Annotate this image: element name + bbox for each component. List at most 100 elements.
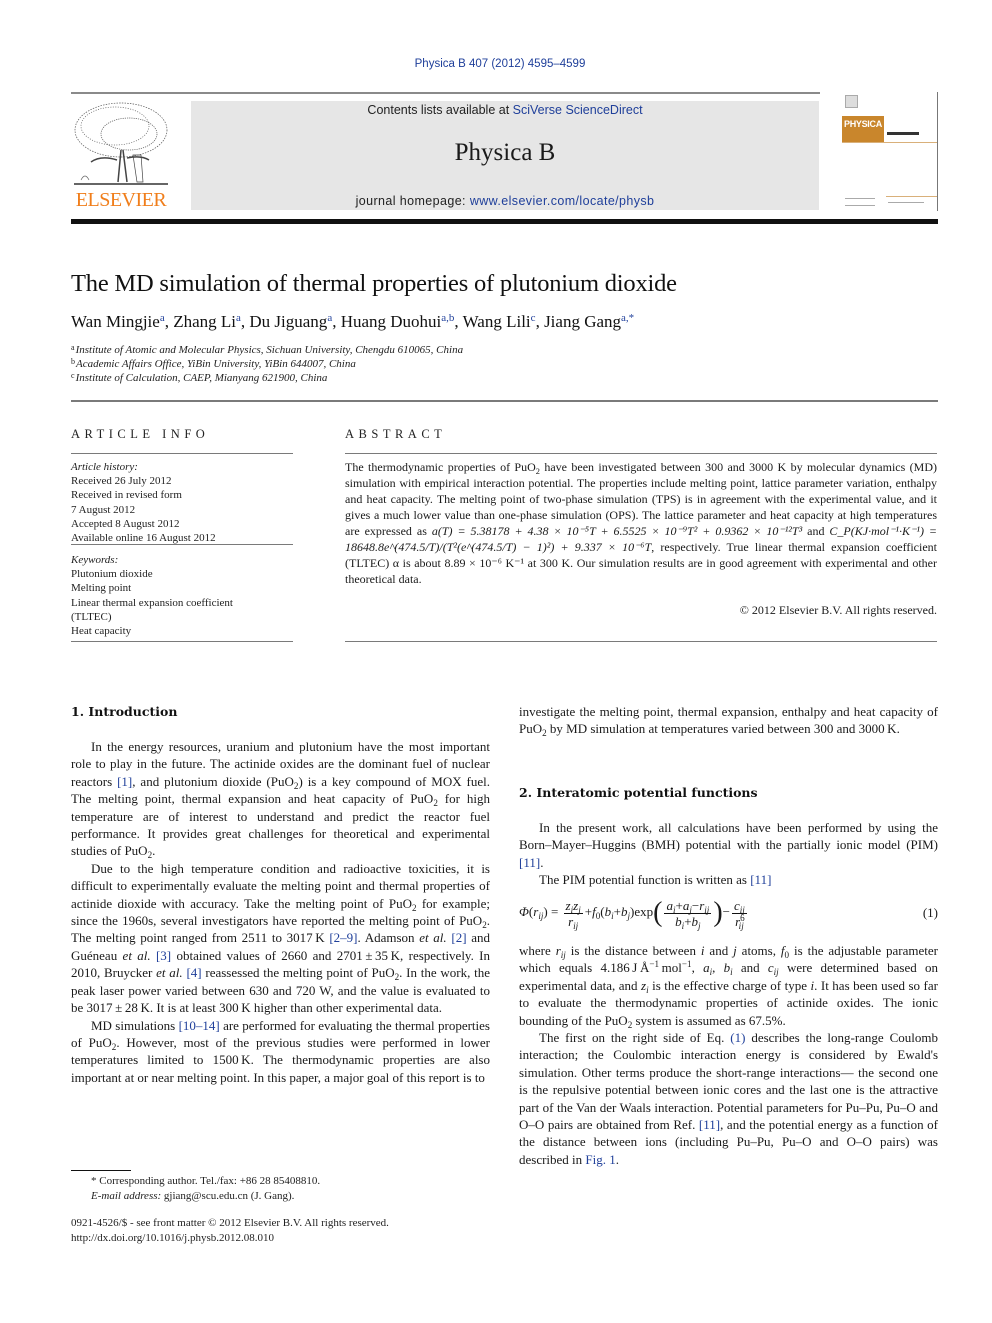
author-name: Jiang Gang xyxy=(544,312,622,331)
abstract-copyright: © 2012 Elsevier B.V. All rights reserved… xyxy=(739,603,937,617)
sciencedirect-link[interactable]: SciVerse ScienceDirect xyxy=(513,103,643,117)
keyword: Linear thermal expansion coefficient xyxy=(71,596,233,609)
journal-citation[interactable]: Physica B 407 (2012) 4595–4599 xyxy=(0,58,992,70)
keyword: Heat capacity xyxy=(71,625,132,638)
abstract-heading: ABSTRACT xyxy=(345,427,447,441)
reference-link[interactable]: [2] xyxy=(451,930,466,945)
introduction-body: In the energy resources, uranium and plu… xyxy=(71,738,490,1086)
author-name: Zhang Li xyxy=(173,312,236,331)
author-list: Wan Mingjiea, Zhang Lia, Du Jiguanga, Hu… xyxy=(71,312,635,331)
cover-line xyxy=(842,142,937,143)
paragraph: MD simulations [10–14] are performed for… xyxy=(71,1017,491,1085)
equation-body: Φ(rij) = zizj rij +f0(bi+bj)exp(ai+aj−rij b… xyxy=(519,897,747,931)
journal-masthead: Contents lists available at SciVerse Sci… xyxy=(191,101,819,210)
corresponding-author: * Corresponding author. Tel./fax: +86 28… xyxy=(91,1175,321,1187)
affiliation: bAcademic Affairs Office, YiBin Universi… xyxy=(71,357,356,371)
figure-link[interactable]: Fig. 1 xyxy=(585,1152,615,1167)
paragraph: The PIM potential function is written as… xyxy=(539,872,772,888)
keyword: (TLTEC) xyxy=(71,610,112,623)
author-name: Du Jiguang xyxy=(249,312,328,331)
contents-line: Contents lists available at SciVerse Sci… xyxy=(191,103,819,117)
article-history: Article history: Received 26 July 2012 R… xyxy=(71,460,296,545)
email-address[interactable]: gjiang@scu.edu.cn (J. Gang). xyxy=(161,1190,295,1202)
paragraph: In the present work, all calculations ha… xyxy=(519,820,938,870)
doi-link[interactable]: http://dx.doi.org/10.1016/j.physb.2012.0… xyxy=(71,1231,389,1246)
author-affiliation-link[interactable]: a,b xyxy=(441,312,454,324)
journal-cover-thumbnail[interactable]: PHYSICA xyxy=(842,92,938,211)
info-rule xyxy=(71,544,293,545)
cover-footer-text xyxy=(888,202,924,203)
reference-link[interactable]: [10–14] xyxy=(179,1018,220,1033)
introduction-body-continued: investigate the melting point, thermal e… xyxy=(519,703,938,738)
reference-link[interactable]: [4] xyxy=(186,965,201,980)
elsevier-logo[interactable]: ELSEVIER xyxy=(71,100,171,212)
abstract-body: The thermodynamic properties of PuO2 hav… xyxy=(345,460,938,586)
equation-link[interactable]: (1) xyxy=(730,1030,745,1045)
info-rule xyxy=(71,641,293,642)
section-rule xyxy=(71,400,938,402)
contents-prefix: Contents lists available at xyxy=(367,103,513,117)
paragraph: where rij is the distance between i and … xyxy=(519,943,938,1030)
history-item: 7 August 2012 xyxy=(71,503,136,516)
affiliation-text: Institute of Calculation, CAEP, Mianyang… xyxy=(75,372,328,384)
cover-subtitle xyxy=(887,132,919,135)
issn-line: 0921-4526/$ - see front matter © 2012 El… xyxy=(71,1217,389,1229)
header-rule xyxy=(71,92,820,94)
article-title: The MD simulation of thermal properties … xyxy=(71,270,677,297)
footnote: * Corresponding author. Tel./fax: +86 28… xyxy=(71,1174,320,1204)
lattice-equation: a(T) = 5.38178 + 4.38 × 10⁻⁵T + 6.5525 ×… xyxy=(431,524,803,538)
history-item: Received 26 July 2012 xyxy=(71,475,172,488)
cover-logo-icon xyxy=(845,95,858,108)
history-item: Received in revised form xyxy=(71,489,182,502)
potential-body: In the present work, all calculations ha… xyxy=(519,819,938,889)
reference-link[interactable]: [11] xyxy=(519,855,540,870)
paragraph: investigate the melting point, thermal e… xyxy=(519,704,938,739)
homepage-line: journal homepage: www.elsevier.com/locat… xyxy=(191,194,819,208)
reference-link[interactable]: [2–9] xyxy=(329,930,357,945)
affiliation: cInstitute of Calculation, CAEP, Mianyan… xyxy=(71,372,328,385)
affiliation-key: b xyxy=(71,357,75,366)
paragraph: The first on the right side of Eq. (1) d… xyxy=(519,1030,938,1167)
keyword: Plutonium dioxide xyxy=(71,568,153,581)
footnote-rule xyxy=(71,1170,131,1171)
author-affiliation-link[interactable]: c xyxy=(531,312,536,324)
potential-body-continued: where rij is the distance between i and … xyxy=(519,942,938,1168)
author-name: Wan Mingjie xyxy=(71,312,160,331)
cover-line xyxy=(886,196,937,197)
cover-footer-logo xyxy=(845,198,875,206)
author-affiliation-link[interactable]: a,* xyxy=(621,312,634,324)
keywords-label: Keywords: xyxy=(71,554,119,566)
article-info-heading: ARTICLE INFO xyxy=(71,427,210,441)
reference-link[interactable]: [11] xyxy=(750,872,771,887)
abstract-rule xyxy=(345,641,937,642)
email-line: E-mail address: gjiang@scu.edu.cn (J. Ga… xyxy=(71,1189,320,1204)
section-heading-introduction: 1. Introduction xyxy=(71,704,178,719)
history-label: Article history: xyxy=(71,461,138,473)
journal-homepage-link[interactable]: www.elsevier.com/locate/physb xyxy=(470,194,655,208)
affiliation-text: Academic Affairs Office, YiBin Universit… xyxy=(76,358,356,370)
journal-name: Physica B xyxy=(454,139,556,166)
paragraph: Due to the high temperature condition an… xyxy=(71,860,491,1016)
reference-link[interactable]: [1] xyxy=(117,774,132,789)
equation-number: (1) xyxy=(922,905,938,920)
author-affiliation-link[interactable]: a xyxy=(327,312,332,324)
affiliation: aInstitute of Atomic and Molecular Physi… xyxy=(71,343,464,357)
cover-title: PHYSICA xyxy=(844,119,882,129)
author-affiliation-link[interactable]: a xyxy=(236,312,241,324)
info-rule xyxy=(71,453,293,454)
abstract-rule xyxy=(345,453,937,454)
equation-1: Φ(rij) = zizj rij +f0(bi+bj)exp(ai+aj−rij b… xyxy=(519,893,938,935)
reference-link[interactable]: [3] xyxy=(156,948,171,963)
homepage-prefix: journal homepage: xyxy=(355,194,470,208)
tree-icon xyxy=(74,102,168,185)
section-heading-potential: 2. Interatomic potential functions xyxy=(519,785,758,800)
header-thick-rule xyxy=(71,219,938,224)
affiliation-key: a xyxy=(71,343,75,352)
front-matter: 0921-4526/$ - see front matter © 2012 El… xyxy=(71,1216,389,1246)
author-affiliation-link[interactable]: a xyxy=(160,312,165,324)
author-name: Huang Duohui xyxy=(340,312,442,331)
reference-link[interactable]: [11] xyxy=(699,1117,720,1132)
email-label: E-mail address: xyxy=(91,1190,162,1202)
affiliation-text: Institute of Atomic and Molecular Physic… xyxy=(75,344,464,356)
keyword: Melting point xyxy=(71,582,132,595)
